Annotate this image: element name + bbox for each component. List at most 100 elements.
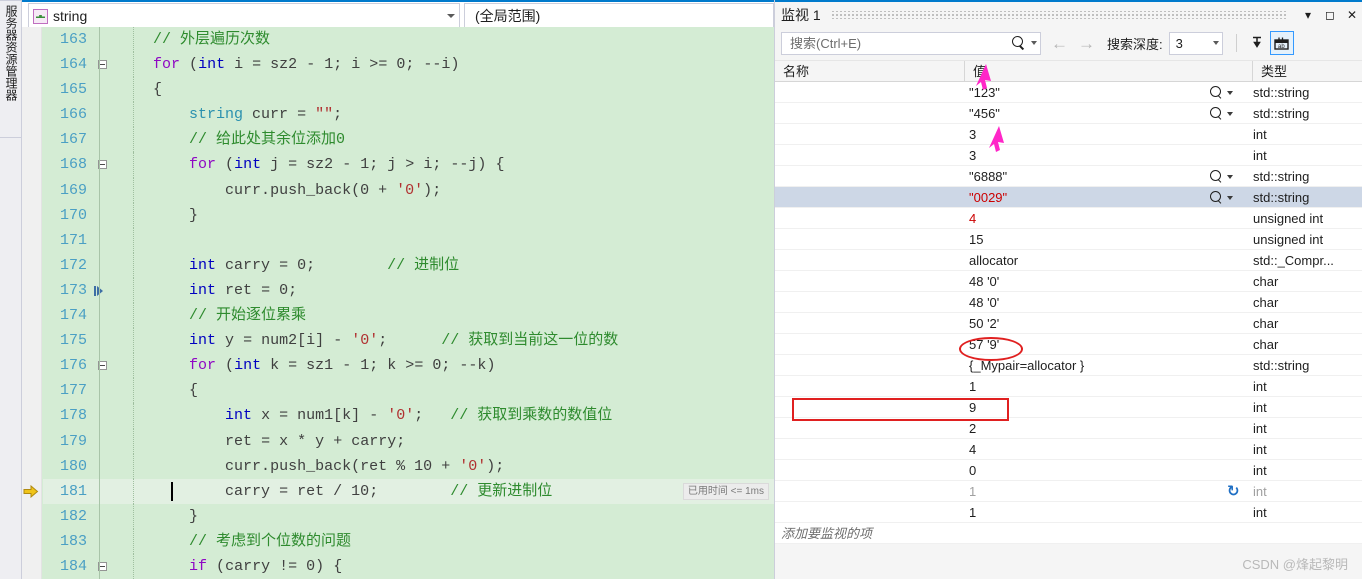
panel-maximize-icon[interactable]: ◻ <box>1319 4 1341 26</box>
code-line[interactable]: 164 for (int i = sz2 - 1; i >= 0; --i) <box>43 52 774 77</box>
code-line[interactable]: 175 int y = num2[i] - '0'; // 获取到当前这一位的数 <box>43 328 774 353</box>
column-header-type[interactable]: 类型 <box>1253 61 1362 82</box>
watch-value-cell[interactable]: 2 <box>965 418 1245 439</box>
value-visualizer-icon[interactable] <box>1210 170 1223 183</box>
watch-value-cell[interactable]: "123" <box>965 82 1245 103</box>
watch-value-cell[interactable]: 3 <box>965 124 1245 145</box>
watch-row[interactable]: ret9int <box>775 397 1362 418</box>
add-watch-row[interactable]: 添加要监视的项 <box>775 523 1362 544</box>
watch-value-cell[interactable]: 9 <box>965 397 1245 418</box>
watch-value-cell[interactable]: 0 <box>965 460 1245 481</box>
value-visualizer-chevron-icon[interactable] <box>1227 91 1233 95</box>
panel-close-icon[interactable]: ✕ <box>1341 4 1362 26</box>
watch-value-cell[interactable]: 1 <box>965 376 1245 397</box>
code-line[interactable]: 177 { <box>43 378 774 403</box>
watch-type-cell: char <box>1253 313 1362 334</box>
member-scope-combo[interactable]: string <box>28 3 460 29</box>
column-header-name[interactable]: 名称 <box>775 61 965 82</box>
panel-dropdown-icon[interactable]: ▾ <box>1297 4 1319 26</box>
refresh-icon[interactable]: ↻ <box>1227 483 1240 500</box>
watch-value-cell[interactable]: "6888" <box>965 166 1245 187</box>
watch-row[interactable]: i0int <box>775 460 1362 481</box>
watch-value-text: "456" <box>965 106 1000 121</box>
watch-value-cell[interactable]: 3 <box>965 145 1245 166</box>
watch-value-cell[interactable]: 57 '9' <box>965 334 1245 355</box>
watch-row[interactable]: curr"0029"std::string <box>775 187 1362 208</box>
dock-tab-server-explorer[interactable]: 服务器资源管理器 <box>0 0 22 138</box>
code-line[interactable]: 180 curr.push_back(ret % 10 + '0'); <box>43 454 774 479</box>
watch-value-cell[interactable]: "456" <box>965 103 1245 124</box>
code-line[interactable]: 167 // 给此处其余位添加0 <box>43 127 774 152</box>
global-scope-combo[interactable]: (全局范围) <box>464 3 774 29</box>
value-visualizer-icon[interactable] <box>1210 191 1223 204</box>
code-line[interactable]: 184 if (carry != 0) { <box>43 554 774 579</box>
code-line[interactable]: 176 for (int k = sz1 - 1; k >= 0; --k) <box>43 353 774 378</box>
watch-row[interactable]: num2"456"std::string <box>775 103 1362 124</box>
watch-row[interactable]: [0]48 '0'char <box>775 271 1362 292</box>
code-area[interactable]: 163 // 外层遍历次数164 for (int i = sz2 - 1; i… <box>22 27 774 579</box>
raw-structure-icon[interactable]: ab <box>1270 31 1294 55</box>
watch-row[interactable]: sz23int <box>775 145 1362 166</box>
value-visualizer-chevron-icon[interactable] <box>1227 196 1233 200</box>
code-line[interactable]: 171 <box>43 228 774 253</box>
code-line[interactable]: 168 for (int j = sz2 - 1; j > i; --j) { <box>43 152 774 177</box>
value-visualizer-icon[interactable] <box>1210 107 1223 120</box>
code-line[interactable]: 181 carry = ret / 10; // 更新进制位已用时间 <= 1m… <box>43 479 774 504</box>
search-depth-combo[interactable]: 3 <box>1169 32 1223 55</box>
value-visualizer-icon[interactable] <box>1210 86 1223 99</box>
watch-row[interactable]: [capacity]15unsigned int <box>775 229 1362 250</box>
search-options-chevron-icon[interactable] <box>1031 41 1037 45</box>
search-next-icon[interactable]: → <box>1078 35 1095 52</box>
code-structure-guide <box>99 127 100 152</box>
watch-value-cell[interactable]: 15 <box>965 229 1245 250</box>
column-header-value[interactable]: 值 <box>965 61 1253 82</box>
watch-value-cell[interactable]: 1 <box>965 481 1245 502</box>
search-input[interactable] <box>788 35 1012 52</box>
watch-value-cell[interactable]: 48 '0' <box>965 271 1245 292</box>
code-line[interactable]: 182 } <box>43 504 774 529</box>
search-prev-icon[interactable]: ← <box>1051 35 1068 52</box>
watch-row[interactable]: carry1int <box>775 376 1362 397</box>
watch-row[interactable]: [原始视图]{_Mypair=allocator }std::string <box>775 355 1362 376</box>
watch-value-cell[interactable]: 48 '0' <box>965 292 1245 313</box>
watch-row[interactable]: num1"123"std::string <box>775 82 1362 103</box>
code-line[interactable]: 178 int x = num1[k] - '0'; // 获取到乘数的数值位 <box>43 403 774 428</box>
watch-value-cell[interactable]: "0029" <box>965 187 1245 208</box>
watch-grid-body[interactable]: num1"123"std::stringnum2"456"std::string… <box>775 82 1362 538</box>
code-line[interactable]: 170 } <box>43 203 774 228</box>
watch-row[interactable]: x2int <box>775 418 1362 439</box>
code-line[interactable]: 169 curr.push_back(0 + '0'); <box>43 178 774 203</box>
watch-row[interactable]: k1int <box>775 502 1362 523</box>
watch-row[interactable]: [size]4unsigned int <box>775 208 1362 229</box>
code-line[interactable]: 183 // 考虑到个位数的问题 <box>43 529 774 554</box>
watch-value-text: "6888" <box>965 169 1007 184</box>
watch-row[interactable]: ans"6888"std::string <box>775 166 1362 187</box>
watch-row[interactable]: [1]48 '0'char <box>775 292 1362 313</box>
code-line[interactable]: 179 ret = x * y + carry; <box>43 429 774 454</box>
watch-row[interactable]: y4int <box>775 439 1362 460</box>
watch-value-cell[interactable]: {_Mypair=allocator } <box>965 355 1245 376</box>
search-box[interactable] <box>781 32 1041 55</box>
watch-value-cell[interactable]: 1 <box>965 502 1245 523</box>
watch-value-cell[interactable]: 50 '2' <box>965 313 1245 334</box>
watch-value-cell[interactable]: 4 <box>965 208 1245 229</box>
code-line[interactable]: 173 int ret = 0; <box>43 278 774 303</box>
code-line[interactable]: 166 string curr = ""; <box>43 102 774 127</box>
code-line[interactable]: 163 // 外层遍历次数 <box>43 27 774 52</box>
pin-filter-icon[interactable] <box>1246 31 1270 55</box>
watch-value-cell[interactable]: allocator <box>965 250 1245 271</box>
titlebar-grip[interactable] <box>831 11 1287 19</box>
code-structure-guide <box>99 77 100 102</box>
watch-value-cell[interactable]: 4 <box>965 439 1245 460</box>
watch-row[interactable]: [allocator]allocatorstd::_Compr... <box>775 250 1362 271</box>
watch-row[interactable]: [3]57 '9'char <box>775 334 1362 355</box>
value-visualizer-chevron-icon[interactable] <box>1227 175 1233 179</box>
watch-panel: 监视 1 ▾ ◻ ✕ ← → 搜索深度: 3 <box>774 0 1362 579</box>
value-visualizer-chevron-icon[interactable] <box>1227 112 1233 116</box>
watch-row[interactable]: j1↻int <box>775 481 1362 502</box>
code-line[interactable]: 165 { <box>43 77 774 102</box>
watch-row[interactable]: [2]50 '2'char <box>775 313 1362 334</box>
watch-row[interactable]: sz13int <box>775 124 1362 145</box>
code-line[interactable]: 174 // 开始逐位累乘 <box>43 303 774 328</box>
code-line[interactable]: 172 int carry = 0; // 进制位 <box>43 253 774 278</box>
